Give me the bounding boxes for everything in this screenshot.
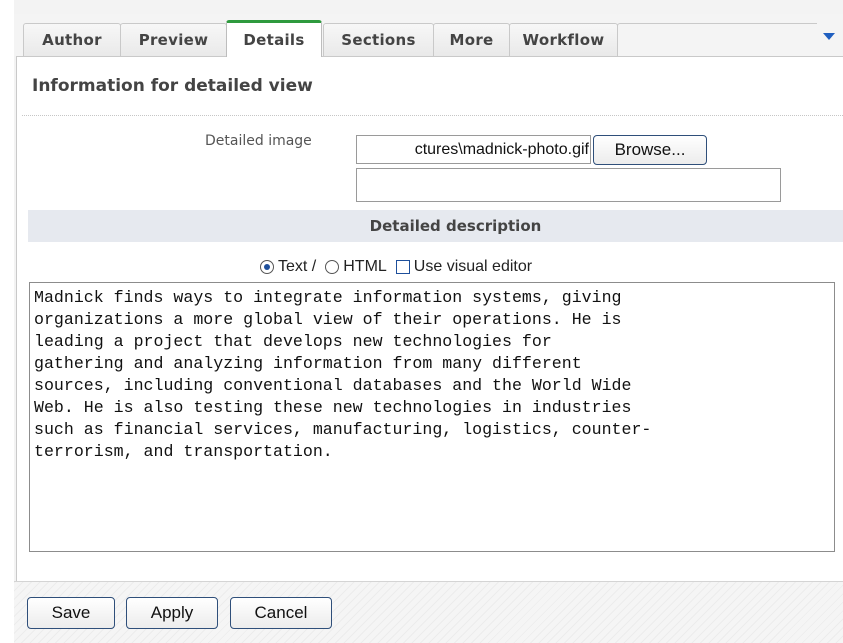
triangle-down-icon[interactable] [823, 33, 835, 40]
divider [22, 115, 843, 116]
visual-editor-label: Use visual editor [413, 258, 533, 275]
cancel-button[interactable]: Cancel [230, 597, 332, 629]
browse-button[interactable]: Browse... [593, 135, 707, 165]
tab-workflow[interactable]: Workflow [509, 23, 618, 56]
format-html-radio[interactable] [325, 260, 340, 274]
detailed-image-label: Detailed image [205, 133, 312, 149]
detailed-image-file-input[interactable]: ctures\madnick-photo.gif [356, 135, 591, 164]
format-text-radio[interactable] [260, 260, 274, 274]
tab-more[interactable]: More [433, 23, 510, 56]
page-title: Information for detailed view [32, 76, 313, 96]
file-path-value: ctures\madnick-photo.gif [414, 140, 589, 158]
section-header-detailed-description: Detailed description [28, 210, 843, 242]
tab-sections[interactable]: Sections [323, 23, 434, 56]
visual-editor-checkbox[interactable] [395, 260, 410, 274]
format-text-label: Text / [278, 258, 317, 275]
format-options: Text / HTML Use visual editor [260, 256, 532, 278]
format-html-label: HTML [343, 258, 387, 275]
tab-details[interactable]: Details [226, 20, 322, 57]
description-textarea[interactable]: Madnick finds ways to integrate informat… [29, 282, 835, 552]
save-button[interactable]: Save [27, 597, 115, 629]
detailed-image-text-input[interactable] [356, 168, 781, 202]
tab-preview[interactable]: Preview [120, 23, 227, 56]
tab-author[interactable]: Author [23, 23, 121, 56]
apply-button[interactable]: Apply [126, 597, 218, 629]
tab-bar-filler [617, 23, 817, 56]
